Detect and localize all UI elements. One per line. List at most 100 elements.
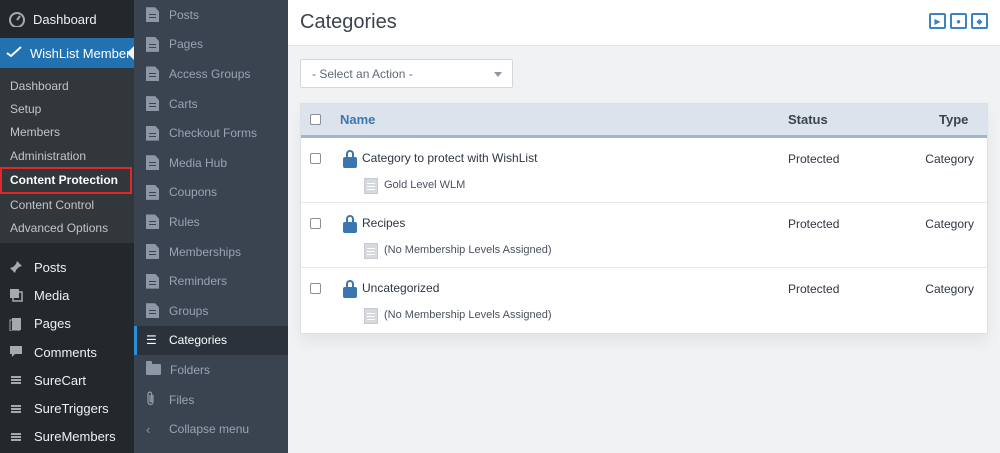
document-icon xyxy=(146,36,159,52)
table-row: Recipes Protected Category (No Membershi… xyxy=(301,203,987,268)
wl-item-label: Carts xyxy=(169,96,198,111)
wl-item-label: Folders xyxy=(170,362,211,377)
table-row: Category to protect with WishList Protec… xyxy=(301,138,987,203)
submenu-members[interactable]: Members xyxy=(0,121,134,144)
submenu-content-control[interactable]: Content Control xyxy=(0,193,134,216)
suremembers-icon xyxy=(8,429,24,445)
media-icon xyxy=(8,287,24,303)
categories-table: Name Status Type Category to protect wit… xyxy=(300,103,988,334)
menu-suretriggers[interactable]: SureTriggers xyxy=(0,394,134,422)
suretriggers-icon xyxy=(8,401,24,417)
menu-dashboard-label: Dashboard xyxy=(33,11,97,27)
submenu-advanced-options[interactable]: Advanced Options xyxy=(0,216,134,239)
wl-item-access-groups[interactable]: Access Groups xyxy=(134,59,288,89)
menu-wishlist-member[interactable]: WishList Member xyxy=(0,38,134,68)
row-type: Category xyxy=(925,152,974,166)
wl-item-label: Coupons xyxy=(169,185,218,200)
row-status: Protected xyxy=(788,282,840,296)
wl-item-reminders[interactable]: Reminders xyxy=(134,266,288,296)
menu-media[interactable]: Media xyxy=(0,281,134,309)
menu-media-label: Media xyxy=(34,287,70,303)
row-status: Protected xyxy=(788,152,840,166)
menu-wishlist-label: WishList Member xyxy=(30,45,131,61)
document-icon xyxy=(146,184,159,200)
dashboard-icon xyxy=(9,11,25,27)
document-icon xyxy=(146,7,159,23)
wl-item-files[interactable]: Files xyxy=(134,385,288,415)
wl-item-carts[interactable]: Carts xyxy=(134,89,288,119)
wl-item-label: Groups xyxy=(169,303,209,318)
header-icons: ▶ ● ◆ xyxy=(929,13,988,29)
row-type: Category xyxy=(925,217,974,231)
select-all-checkbox[interactable] xyxy=(310,114,321,125)
admin-main-menu: Posts Media Pages Comments SureCart Sure… xyxy=(0,243,134,451)
pin-icon xyxy=(8,259,24,275)
collapse-menu-button[interactable]: ‹ Collapse menu xyxy=(134,414,288,444)
wl-item-media-hub[interactable]: Media Hub xyxy=(134,148,288,178)
wl-item-folders[interactable]: Folders xyxy=(134,355,288,385)
menu-dashboard[interactable]: Dashboard xyxy=(0,0,134,38)
row-title[interactable]: Recipes xyxy=(362,216,405,230)
paperclip-icon xyxy=(146,391,159,409)
row-checkbox[interactable] xyxy=(310,218,321,229)
wl-item-coupons[interactable]: Coupons xyxy=(134,178,288,208)
document-icon xyxy=(146,214,159,230)
menu-pages-label: Pages xyxy=(34,316,71,332)
row-membership-level: (No Membership Levels Assigned) xyxy=(384,309,552,321)
wl-item-label: Media Hub xyxy=(169,155,228,170)
document-icon xyxy=(146,273,159,289)
submenu-setup[interactable]: Setup xyxy=(0,97,134,120)
wl-item-label: Memberships xyxy=(169,244,242,259)
search-help-icon[interactable]: ● xyxy=(950,13,967,29)
main-content: Categories ▶ ● ◆ - Select an Action - Na… xyxy=(288,0,1000,453)
menu-posts[interactable]: Posts xyxy=(0,253,134,281)
wl-item-label: Checkout Forms xyxy=(169,126,258,141)
wl-item-groups[interactable]: Groups xyxy=(134,296,288,326)
menu-surecart-label: SureCart xyxy=(34,372,87,388)
table-row: Uncategorized Protected Category (No Mem… xyxy=(301,268,987,333)
wl-item-pages[interactable]: Pages xyxy=(134,30,288,60)
row-title[interactable]: Uncategorized xyxy=(362,281,439,295)
wl-item-posts[interactable]: Posts xyxy=(134,0,288,30)
collapse-menu-label: Collapse menu xyxy=(169,422,250,437)
lock-icon xyxy=(343,280,357,298)
membership-level-icon xyxy=(364,308,378,324)
submenu-administration[interactable]: Administration xyxy=(0,144,134,167)
menu-suremembers-label: SureMembers xyxy=(34,429,116,445)
document-icon xyxy=(146,155,159,171)
wl-item-categories[interactable]: ☰ Categories xyxy=(134,325,288,356)
wl-item-checkout-forms[interactable]: Checkout Forms xyxy=(134,118,288,148)
column-name-header[interactable]: Name xyxy=(340,112,375,127)
page-header: Categories ▶ ● ◆ xyxy=(288,0,1000,46)
menu-suremembers[interactable]: SureMembers xyxy=(0,423,134,451)
wl-item-rules[interactable]: Rules xyxy=(134,207,288,237)
menu-comments[interactable]: Comments xyxy=(0,338,134,366)
menu-surecart[interactable]: SureCart xyxy=(0,366,134,394)
wl-item-label: Reminders xyxy=(169,274,228,289)
column-status-header: Status xyxy=(788,112,828,127)
comments-icon xyxy=(8,344,24,360)
membership-level-icon xyxy=(364,178,378,194)
surecart-icon xyxy=(8,372,24,388)
document-icon xyxy=(146,125,159,141)
wl-item-memberships[interactable]: Memberships xyxy=(134,237,288,267)
document-icon xyxy=(146,66,159,82)
video-tutorial-icon[interactable]: ▶ xyxy=(929,13,946,29)
chevron-down-icon xyxy=(494,72,502,77)
wl-item-label: Pages xyxy=(169,37,204,52)
submenu-content-protection[interactable]: Content Protection xyxy=(0,166,132,194)
document-icon xyxy=(146,96,159,112)
document-icon xyxy=(146,244,159,260)
table-header: Name Status Type xyxy=(301,104,987,138)
lock-icon xyxy=(343,215,357,233)
wishlist-check-icon xyxy=(6,45,22,61)
bulk-action-placeholder: - Select an Action - xyxy=(312,66,413,81)
bulk-action-select[interactable]: - Select an Action - xyxy=(300,59,513,88)
wishlist-submenu: Dashboard Setup Members Administration C… xyxy=(0,68,134,243)
submenu-dashboard[interactable]: Dashboard xyxy=(0,74,134,97)
row-title[interactable]: Category to protect with WishList xyxy=(362,151,537,165)
row-checkbox[interactable] xyxy=(310,283,321,294)
menu-pages[interactable]: Pages xyxy=(0,310,134,338)
row-checkbox[interactable] xyxy=(310,153,321,164)
support-user-icon[interactable]: ◆ xyxy=(971,13,988,29)
